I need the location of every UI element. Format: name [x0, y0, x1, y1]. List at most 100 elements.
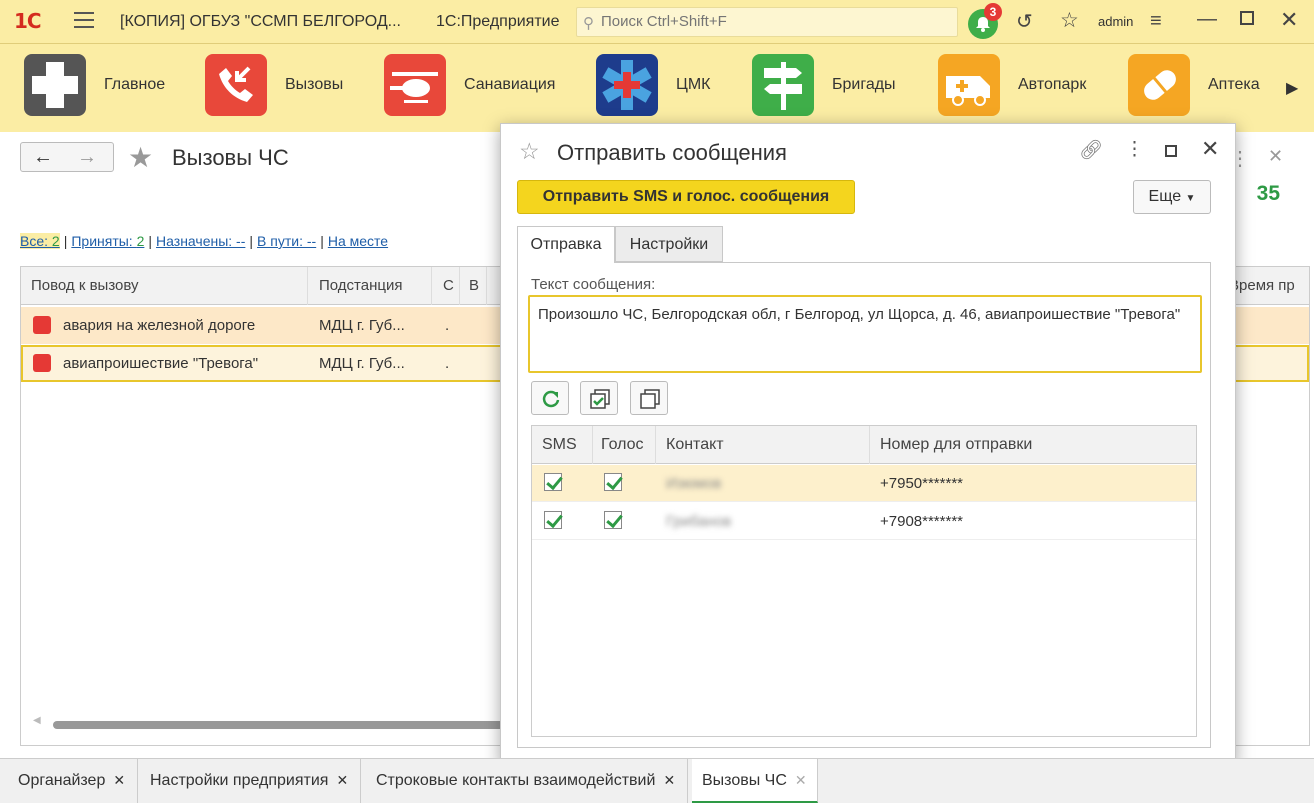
- check-all-button[interactable]: [580, 381, 618, 415]
- minimize-window-icon[interactable]: —: [1197, 8, 1217, 31]
- tab-panel-send: Текст сообщения: Произошло ЧС, Белгородс…: [517, 262, 1211, 748]
- filter-accepted[interactable]: Приняты: 2: [71, 233, 144, 249]
- settings-menu-icon[interactable]: ≡: [1150, 10, 1162, 33]
- column-header[interactable]: Номер для отправки: [880, 436, 1032, 454]
- phone-incoming-icon: [205, 54, 267, 116]
- more-button-label: Еще: [1148, 188, 1182, 205]
- favorite-star-icon[interactable]: ★: [128, 141, 153, 174]
- cell-reason: авария на железной дороге: [63, 317, 256, 334]
- favorite-star-icon[interactable]: ☆: [519, 138, 540, 165]
- maximize-window-icon[interactable]: [1240, 11, 1254, 25]
- more-button[interactable]: Еще ▼: [1133, 180, 1211, 214]
- refresh-icon: [542, 390, 560, 408]
- voice-checkbox[interactable]: [604, 473, 622, 491]
- refresh-button[interactable]: [531, 381, 569, 415]
- close-dialog-icon[interactable]: ✕: [1201, 136, 1219, 162]
- close-tab-icon[interactable]: ✕: [336, 772, 348, 788]
- app-logo: 1С: [14, 9, 42, 33]
- hamburger-menu-icon[interactable]: [74, 12, 94, 30]
- send-sms-voice-button[interactable]: Отправить SMS и голос. сообщения: [517, 180, 855, 214]
- voice-checkbox[interactable]: [604, 511, 622, 529]
- close-tab-icon[interactable]: ✕: [795, 772, 807, 788]
- section-label: ЦМК: [676, 76, 711, 93]
- sections-scroll-right-icon[interactable]: ▶: [1286, 78, 1298, 98]
- app-name: 1С:Предприятие: [436, 13, 560, 30]
- sms-checkbox[interactable]: [544, 511, 562, 529]
- user-name[interactable]: admin: [1098, 14, 1133, 29]
- window-tab-enterprise-settings[interactable]: Настройки предприятия ✕: [138, 759, 362, 803]
- window-tab-contacts[interactable]: Строковые контакты взаимодействий ✕: [364, 759, 689, 803]
- navigation-buttons: ← →: [20, 142, 114, 172]
- section-label: Санавиация: [464, 76, 556, 93]
- close-tab-icon[interactable]: ✕: [113, 772, 125, 788]
- status-red-icon: [33, 354, 51, 372]
- search-icon: ⚲: [583, 15, 594, 32]
- history-icon[interactable]: ↺: [1016, 9, 1033, 34]
- horizontal-scrollbar[interactable]: [53, 721, 523, 729]
- back-arrow-icon[interactable]: ←: [33, 146, 53, 169]
- tab-send[interactable]: Отправка: [517, 226, 615, 263]
- filter-on-site[interactable]: На месте: [328, 233, 388, 249]
- ambulance-icon: [938, 54, 1000, 116]
- scroll-left-icon[interactable]: ◀: [33, 715, 41, 726]
- section-label: Аптека: [1208, 76, 1260, 93]
- cell-reason: авиапроишествие "Тревога": [63, 355, 259, 372]
- column-header[interactable]: Голос: [601, 436, 644, 454]
- cell-c: .: [445, 317, 450, 334]
- cell-station: МДЦ г. Губ...: [319, 355, 405, 372]
- column-header[interactable]: SMS: [542, 436, 577, 454]
- uncheck-all-icon: [640, 389, 660, 409]
- message-text-field[interactable]: Произошло ЧС, Белгородская обл, г Белгор…: [528, 295, 1202, 373]
- favorites-star-icon[interactable]: ☆: [1060, 8, 1079, 33]
- contact-row[interactable]: Грибанов +7908*******: [532, 503, 1196, 540]
- status-filters: Все: 2 | Приняты: 2 | Назначены: -- | В пути: …: [20, 233, 389, 249]
- title-bar: 1С [КОПИЯ] ОГБУЗ "ССМП БЕЛГОРОД... 1С:Пр…: [0, 0, 1314, 44]
- contact-row[interactable]: Изюмов +7950*******: [532, 465, 1196, 502]
- window-tab-organizer[interactable]: Органайзер ✕: [6, 759, 139, 803]
- column-header[interactable]: Подстанция: [319, 277, 402, 294]
- column-header[interactable]: Повод к вызову: [31, 277, 139, 294]
- sms-checkbox[interactable]: [544, 473, 562, 491]
- column-header[interactable]: В: [469, 277, 479, 294]
- link-icon[interactable]: 🔗︎: [1079, 138, 1103, 162]
- dialog-title: Отправить сообщения: [557, 140, 787, 165]
- cell-c: .: [445, 355, 450, 372]
- contact-name: Изюмов: [666, 475, 722, 492]
- sections-panel: Главное Вызовы Санавиация ЦМК Бригады Ав…: [0, 44, 1314, 132]
- close-window-icon[interactable]: ✕: [1280, 7, 1298, 33]
- more-actions-icon[interactable]: ⋮: [1125, 138, 1144, 161]
- close-tab-icon[interactable]: ✕: [663, 772, 675, 788]
- signpost-icon: [752, 54, 814, 116]
- tab-label: Настройки предприятия: [150, 772, 329, 789]
- filter-all[interactable]: Все: 2: [20, 233, 60, 249]
- message-text-label: Текст сообщения:: [531, 276, 656, 293]
- global-search[interactable]: ⚲: [576, 7, 958, 37]
- tab-label: Органайзер: [18, 772, 106, 789]
- tab-label: Строковые контакты взаимодействий: [376, 772, 656, 789]
- filter-assigned[interactable]: Назначены: --: [156, 233, 245, 249]
- forward-arrow-icon[interactable]: →: [77, 146, 97, 169]
- page-title: Вызовы ЧС: [172, 145, 289, 170]
- tab-settings[interactable]: Настройки: [615, 226, 723, 262]
- contacts-table: SMS Голос Контакт Номер для отправки Изю…: [531, 425, 1197, 737]
- window-tab-emergency-calls[interactable]: Вызовы ЧС ✕: [692, 759, 818, 803]
- uncheck-all-button[interactable]: [630, 381, 668, 415]
- contacts-header: SMS Голос Контакт Номер для отправки: [532, 426, 1196, 464]
- window-title: [КОПИЯ] ОГБУЗ "ССМП БЕЛГОРОД...: [120, 13, 401, 30]
- column-header[interactable]: Контакт: [666, 436, 724, 454]
- maximize-dialog-icon[interactable]: [1165, 145, 1177, 157]
- helicopter-icon: [384, 54, 446, 116]
- section-label: Бригады: [832, 76, 896, 93]
- column-header[interactable]: Время пр: [1229, 277, 1295, 294]
- pill-icon: [1128, 54, 1190, 116]
- filter-on-the-way[interactable]: В пути: --: [257, 233, 316, 249]
- medical-star-icon: [596, 54, 658, 116]
- chevron-down-icon: ▼: [1185, 193, 1196, 204]
- search-input[interactable]: [601, 13, 951, 30]
- column-header[interactable]: С: [443, 277, 454, 294]
- close-form-icon[interactable]: ✕: [1268, 146, 1283, 167]
- filter-count: 2: [136, 233, 145, 249]
- section-label: Вызовы: [285, 76, 344, 93]
- tab-label: Вызовы ЧС: [702, 772, 787, 789]
- filter-count: 2: [51, 233, 60, 249]
